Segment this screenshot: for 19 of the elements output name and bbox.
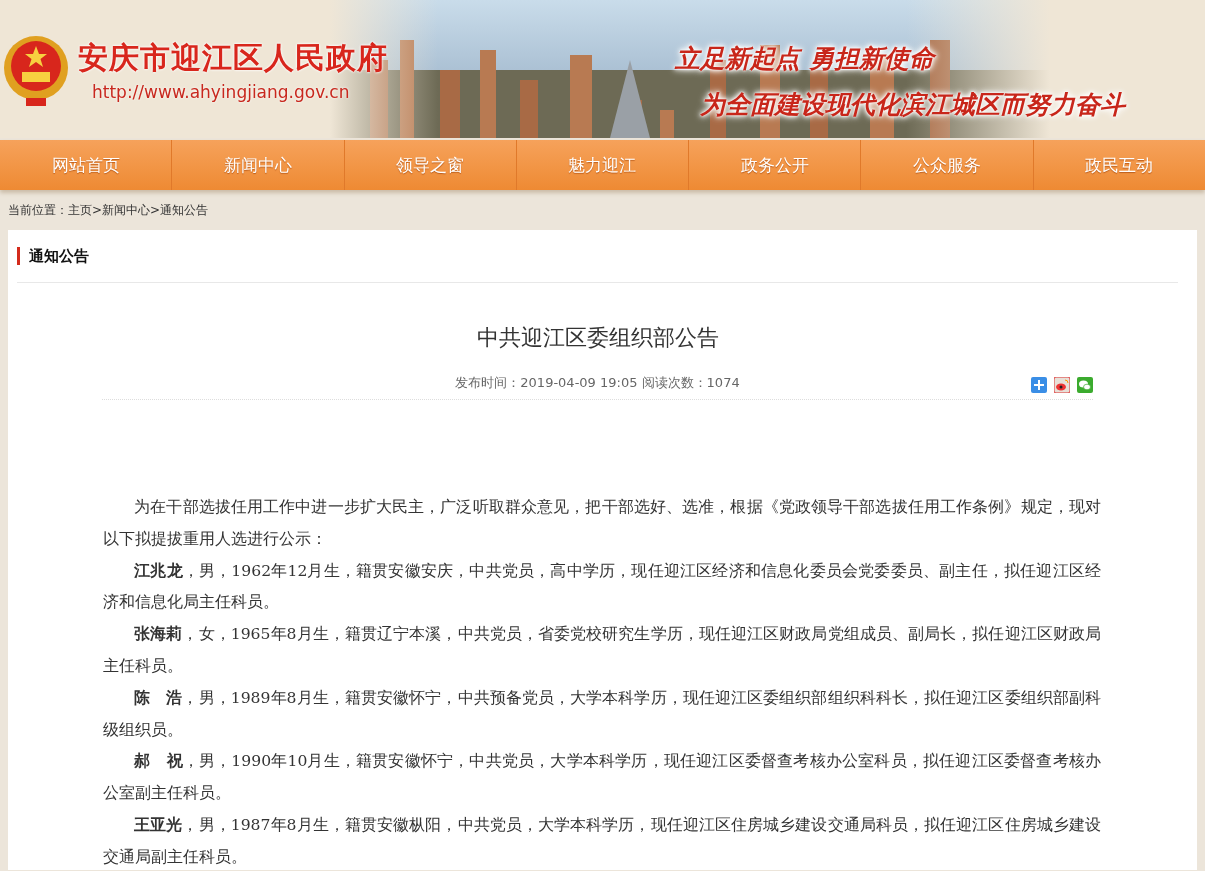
breadcrumb: 当前位置：主页>新闻中心>通知公告: [8, 201, 209, 219]
nav-link[interactable]: 政务公开: [688, 140, 861, 190]
nav-link[interactable]: 魅力迎江: [515, 140, 689, 190]
section-title: 通知公告: [29, 246, 89, 266]
article-meta: 发布时间：2019-04-09 19:05 阅读次数：1074: [455, 374, 740, 392]
paragraph: 张海莉，女，1965年8月生，籍贯辽宁本溪，中共党员，省委党校研究生学历，现任迎江区财政局党组成员、副局长，拟任迎江区财政局主任科员。: [103, 624, 1101, 677]
nav-link[interactable]: 公众服务: [860, 140, 1033, 190]
paragraph: 王亚光，男，1987年8月生，籍贯安徽枞阳，中共党员，大学本科学历，现任迎江区住房城乡建设交通局科员，拟任迎江区住房城乡建设交通局副主任科员。: [103, 814, 1101, 868]
nav-link[interactable]: 领导之窗: [343, 140, 516, 190]
site-url: http://www.ahyingjiang.gov.cn: [92, 82, 350, 102]
paragraph: 陈 浩，男，1989年8月生，籍贯安徽怀宁，中共预备党员，大学本科学历，现任迎江区委组织部组织科科长，拟任迎江区委组织部副科级组织员。: [103, 687, 1101, 741]
nav-link[interactable]: 新闻中心: [171, 140, 344, 190]
paragraph: 江兆龙，男，1962年12月生，籍贯安徽安庆，中共党员，高中学历，现任迎江区经济和信息化委员会党委委员、副主任，拟任迎江区经济和信息化局主任科员。: [103, 560, 1101, 614]
nav-link[interactable]: 网站首页: [0, 140, 172, 190]
paragraph: 为在干部选拔任用工作中进一步扩大民主，广泛听取群众意见，把干部选好、选准，根据《党政领导干部选拔任用工作条例》规定，现对以下拟提拔重用人选进行公示：: [103, 497, 1101, 550]
nav-link[interactable]: 政民互动: [1032, 140, 1205, 190]
paragraph: 郝 祝，男，1990年10月生，籍贯安徽怀宁，中共党员，大学本科学历，现任迎江区委督查考核办公室科员，拟任迎江区委督查考核办公室副主任科员。: [103, 751, 1101, 805]
article-title: 中共迎江区委组织部公告: [475, 324, 720, 352]
site-title: 安庆市迎江区人民政府: [78, 39, 388, 77]
